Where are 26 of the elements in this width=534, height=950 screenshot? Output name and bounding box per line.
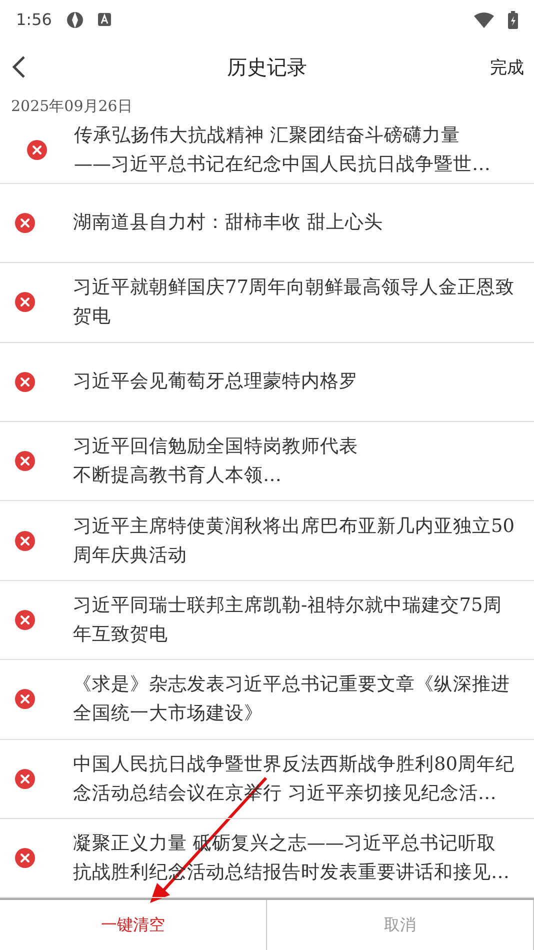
history-title[interactable]: 习近平主席特使黄润秋将出席巴布亚新几内亚独立50 周年庆典活动 <box>73 512 515 570</box>
delete-icon[interactable] <box>15 530 35 551</box>
status-time: 1:56 <box>16 10 52 30</box>
wifi-icon <box>474 12 494 28</box>
delete-icon[interactable] <box>15 212 35 233</box>
page-title: 历史记录 <box>227 54 307 81</box>
done-button[interactable]: 完成 <box>490 56 524 79</box>
delete-icon[interactable] <box>15 292 35 312</box>
history-title[interactable]: 习近平回信勉励全国特岗教师代表 不断提高教书育人本领… <box>73 432 358 490</box>
delete-icon[interactable] <box>15 848 35 868</box>
notification-icon <box>98 13 111 26</box>
history-title[interactable]: 湖南道县自力村：甜柿丰收 甜上心头 <box>73 208 383 238</box>
delete-icon[interactable] <box>15 689 35 710</box>
history-title[interactable]: 习近平就朝鲜国庆77周年向朝鲜最高领导人金正恩致 贺电 <box>73 273 515 332</box>
delete-icon[interactable] <box>15 610 35 630</box>
history-title[interactable]: 传承弘扬伟大抗战精神 汇聚团结奋斗磅礴力量 ——习近平总书记在纪念中国人民抗日战争暨世… <box>74 121 490 180</box>
date-label: 2025年09月26日 <box>10 96 134 118</box>
delete-icon[interactable] <box>15 372 35 392</box>
delete-icon[interactable] <box>15 768 35 789</box>
history-title[interactable]: 习近平同瑞士联邦主席凯勒-祖特尔就中瑞建交75周 年互致贺电 <box>73 591 502 650</box>
history-title[interactable]: 《求是》杂志发表习近平总书记重要文章《纵深推进 全国统一大市场建设》 <box>73 670 510 728</box>
delete-icon[interactable] <box>27 140 47 160</box>
history-title[interactable]: 习近平会见葡萄牙总理蒙特内格罗 <box>73 367 358 396</box>
app-icon <box>66 10 84 29</box>
battery-icon <box>508 10 518 29</box>
delete-icon[interactable] <box>15 451 35 472</box>
